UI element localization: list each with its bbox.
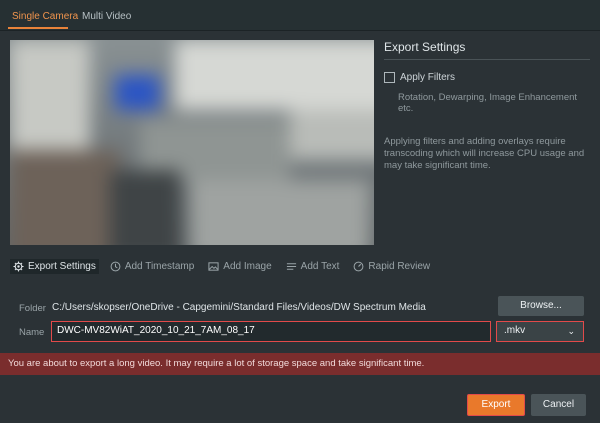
add-image-tool[interactable]: Add Image [205,259,274,274]
rapid-review-tool[interactable]: Rapid Review [350,259,433,274]
apply-filters-checkbox[interactable] [384,72,395,83]
folder-path: C:/Users/skopser/OneDrive - Capgemini/St… [52,302,426,313]
export-settings-tool-label: Export Settings [28,260,96,272]
add-timestamp-tool[interactable]: Add Timestamp [107,259,197,274]
add-text-tool[interactable]: Add Text [283,259,343,274]
transcoding-note: Applying filters and adding overlays req… [384,136,585,171]
format-value: .mkv [504,325,526,336]
export-settings-title: Export Settings [384,40,590,60]
export-button[interactable]: Export [467,394,525,416]
browse-button[interactable]: Browse... [498,296,584,316]
export-settings-tool[interactable]: Export Settings [10,258,99,274]
gear-icon [13,260,24,272]
chevron-down-icon: ⌄ [567,326,575,336]
export-settings-panel: Export Settings Apply Filters Rotation, … [384,40,590,172]
add-timestamp-label: Add Timestamp [124,260,195,272]
image-icon [208,261,219,271]
text-lines-icon [286,262,296,270]
rapid-review-label: Rapid Review [368,260,431,272]
format-select[interactable]: .mkv ⌄ [496,321,584,342]
cancel-button[interactable]: Cancel [531,394,586,416]
tab-multi-video[interactable]: Multi Video [82,11,131,22]
video-preview [10,40,374,245]
filters-description: Rotation, Dewarping, Image Enhancement e… [398,92,578,114]
speedometer-icon [354,261,364,271]
long-video-warning: You are about to export a long video. It… [0,353,600,375]
apply-filters-label[interactable]: Apply Filters [400,72,455,83]
add-text-label: Add Text [300,260,340,272]
folder-label: Folder [19,303,46,314]
add-image-label: Add Image [223,260,272,272]
clock-icon [110,261,121,271]
name-label: Name [19,327,45,338]
active-tab-indicator [8,27,68,29]
tab-bar: Single Camera Multi Video [0,0,600,31]
file-name-input[interactable]: DWC-MV82WiAT_2020_10_21_7AM_08_17 [51,321,491,342]
overlay-toolbar: Export Settings Add Timestamp Add Image … [10,256,590,276]
tab-single-camera[interactable]: Single Camera [12,11,78,22]
